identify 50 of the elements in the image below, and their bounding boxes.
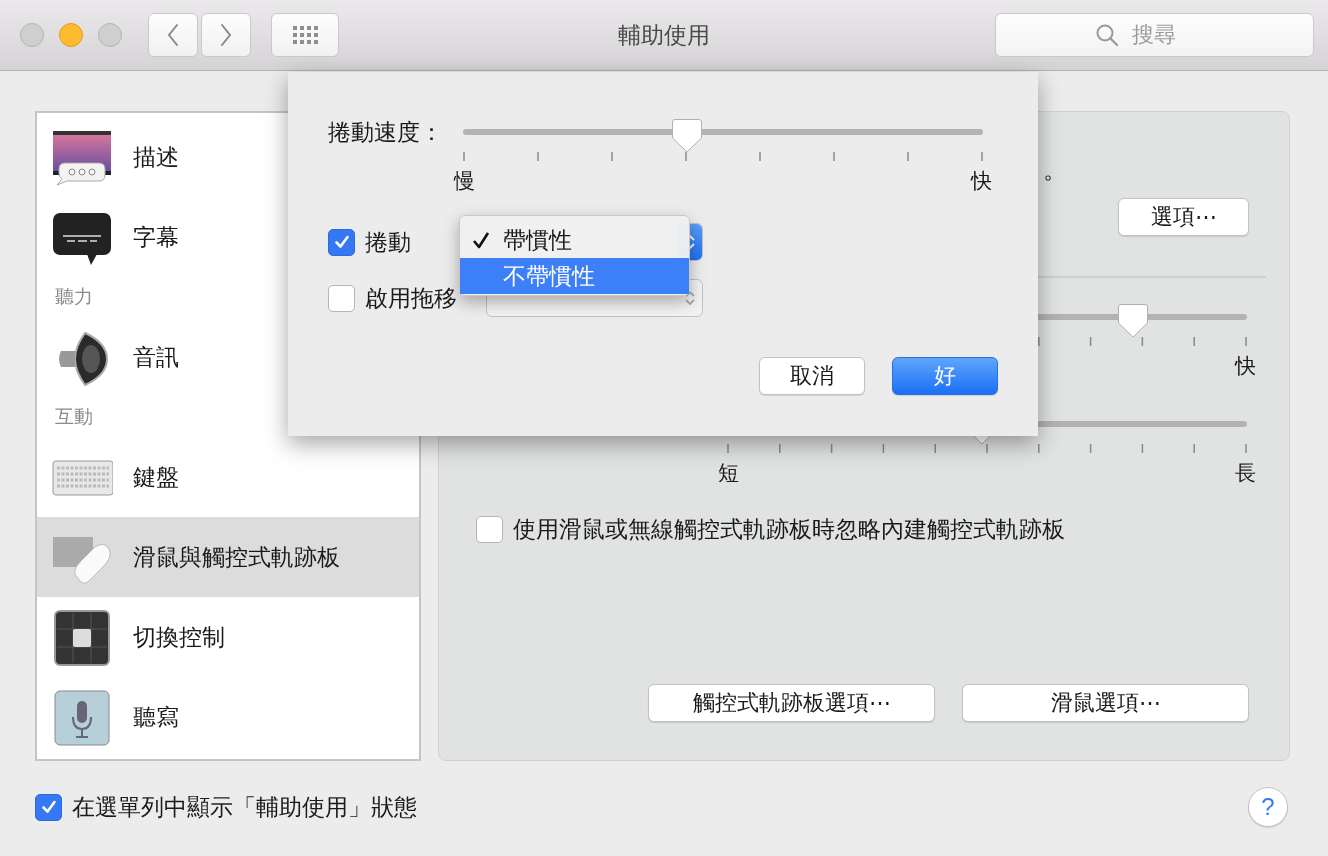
sidebar-item[interactable]: 切換控制 <box>37 597 419 677</box>
slider-label: 短 <box>717 460 739 486</box>
checkbox-label: 使用滑鼠或無線觸控式軌跡板時忽略內建觸控式軌跡板 <box>513 515 1065 544</box>
slider-track[interactable] <box>463 118 983 154</box>
search-field[interactable]: 搜尋 <box>995 13 1314 57</box>
slider-label: 捲動速度： <box>328 118 443 147</box>
slider-label: 快 <box>1235 353 1257 379</box>
cancel-button[interactable]: 取消 <box>759 357 865 395</box>
slider-label: 慢 <box>453 168 475 194</box>
slider-thumb[interactable] <box>1116 303 1149 339</box>
show-all-button[interactable] <box>271 13 339 57</box>
options-button[interactable]: 選項⋯ <box>1118 198 1249 236</box>
menu-item[interactable]: 帶慣性 <box>460 222 689 258</box>
microphone-icon <box>51 687 113 747</box>
forward-button[interactable] <box>201 13 251 57</box>
checkbox[interactable] <box>328 228 355 256</box>
slider-label: 長 <box>1235 460 1257 486</box>
checkbox[interactable] <box>328 284 355 312</box>
sidebar-item[interactable]: 鍵盤 <box>37 437 419 517</box>
button[interactable]: 觸控式軌跡板選項⋯ <box>648 684 935 722</box>
grid-square-icon <box>51 607 113 667</box>
grid-icon <box>292 26 318 44</box>
checkmark-icon <box>39 798 58 816</box>
sidebar-item[interactable]: 聽寫 <box>37 677 419 757</box>
sidebar-item[interactable]: 滑鼠與觸控式軌跡板 <box>37 517 419 597</box>
slider-thumb[interactable] <box>670 118 703 154</box>
button[interactable]: 滑鼠選項⋯ <box>962 684 1249 722</box>
close-button[interactable] <box>20 23 44 47</box>
checkbox-label: 在選單列中顯示「輔助使用」狀態 <box>72 792 417 822</box>
checkbox-label: 捲動 <box>365 227 411 257</box>
help-button[interactable]: ? <box>1248 787 1288 827</box>
section-heading: 互動 <box>55 405 93 429</box>
checkbox-label: 啟用拖移 <box>365 283 457 313</box>
menu-item[interactable]: 不帶慣性 <box>460 258 689 294</box>
window-title: 輔助使用 <box>617 21 711 50</box>
search-icon <box>1095 23 1119 47</box>
chevron-right-icon <box>219 23 233 47</box>
checkbox[interactable] <box>476 516 503 543</box>
stepper-arrows-icon <box>684 289 696 307</box>
checkbox[interactable] <box>35 793 62 821</box>
back-button[interactable] <box>148 13 198 57</box>
checkmark-icon <box>472 231 490 249</box>
minimize-button[interactable] <box>59 23 83 47</box>
section-heading: 聽力 <box>55 285 93 309</box>
zoom-button[interactable] <box>98 23 122 47</box>
slider-label: 快 <box>971 168 993 194</box>
checkmark-icon <box>332 233 351 251</box>
sidebar-item[interactable]: 音訊 <box>37 317 419 397</box>
chevron-left-icon <box>166 23 180 47</box>
description-text: 。 <box>1043 155 1067 185</box>
